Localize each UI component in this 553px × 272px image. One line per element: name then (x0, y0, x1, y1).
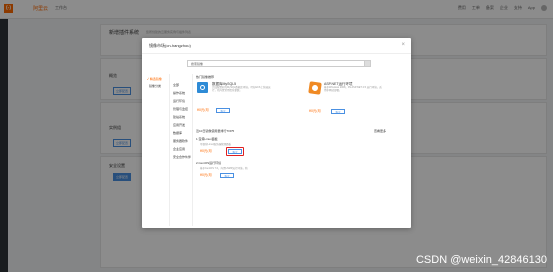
recommend-desc: 基于Windows 2008，IIS ASP.NET 4.5 运行环境，适用于网… (324, 86, 382, 92)
rank-more-link[interactable]: 查看更多 (374, 129, 386, 133)
buy-button[interactable]: 购买 (216, 108, 230, 113)
rank-item-price: ¥0元/月 (200, 149, 212, 153)
recommend-price: ¥0元/月 (197, 108, 209, 112)
watermark: CSDN @weixin_42846130 (415, 254, 547, 266)
rank-item-title[interactable]: 2.CentOS运行环境 (196, 161, 221, 165)
highlight-box (226, 147, 244, 156)
rank-item-desc: 可视化Linux服务器管理面板 (200, 143, 231, 146)
category-divider (169, 74, 170, 226)
subcategory-item[interactable]: 管理与监控 (173, 107, 188, 111)
aspnet-icon (308, 81, 322, 95)
subcategory-item[interactable]: 安全合作伙伴 (173, 155, 191, 159)
image-search-input[interactable] (187, 60, 368, 67)
rank-item-desc: 基于CentOS 7.6，内置LNMP运行环境，简 (200, 167, 248, 170)
category-list: ✓ 精选镜像 镜像分类 (147, 72, 171, 222)
subcategory-divider (192, 74, 193, 226)
image-market-modal: 镜像市场(cn-hangzhou) × ✓ 精选镜像 镜像分类 全部 操作系统 … (142, 38, 411, 228)
rank-title: 近10日镜像使用量排行TOP5 (196, 129, 235, 133)
subcategory-item[interactable]: 操作系统 (173, 91, 185, 95)
modal-header: 镜像市场(cn-hangzhou) × (142, 38, 411, 54)
recommend-price: ¥0元/月 (309, 109, 321, 113)
subcategory-item[interactable]: 运行环境 (173, 99, 185, 103)
rank-item-price: ¥0元/月 (200, 173, 212, 177)
subcategory-item[interactable]: 全部 (173, 83, 179, 87)
recommend-card: ASP.NET运行环境 基于Windows 2008，IIS ASP.NET 4… (308, 81, 404, 122)
subcategory-item[interactable]: 应用开发 (173, 123, 185, 127)
modal-title: 镜像市场(cn-hangzhou) (149, 43, 191, 48)
subcategory-item[interactable]: 企业应用 (173, 147, 185, 151)
recommend-desc: 完成配置好的MySQL数据库环境，可在ECS上快速运行，已内置常用优化参数。 (212, 86, 271, 92)
subcategory-item[interactable]: 数据库 (173, 131, 182, 135)
subcategory-item[interactable]: 服务器软件 (173, 139, 188, 143)
search-button[interactable] (364, 60, 371, 67)
category-classified[interactable]: 镜像分类 (149, 84, 161, 88)
recommend-card: 数据库MySQL5 完成配置好的MySQL数据库环境，可在ECS上快速运行，已内… (197, 82, 292, 122)
recommend-title: 热门镜像推荐 (196, 75, 215, 79)
close-icon[interactable]: × (401, 42, 405, 48)
category-featured[interactable]: ✓ 精选镜像 (147, 77, 162, 81)
buy-button[interactable]: 购买 (220, 173, 234, 178)
mysql-icon (197, 82, 208, 93)
rank-item-title[interactable]: 1.宝塔Linux面板 (196, 137, 218, 141)
subcategory-item[interactable]: 建站系统 (173, 115, 185, 119)
buy-button[interactable]: 购买 (331, 109, 345, 114)
